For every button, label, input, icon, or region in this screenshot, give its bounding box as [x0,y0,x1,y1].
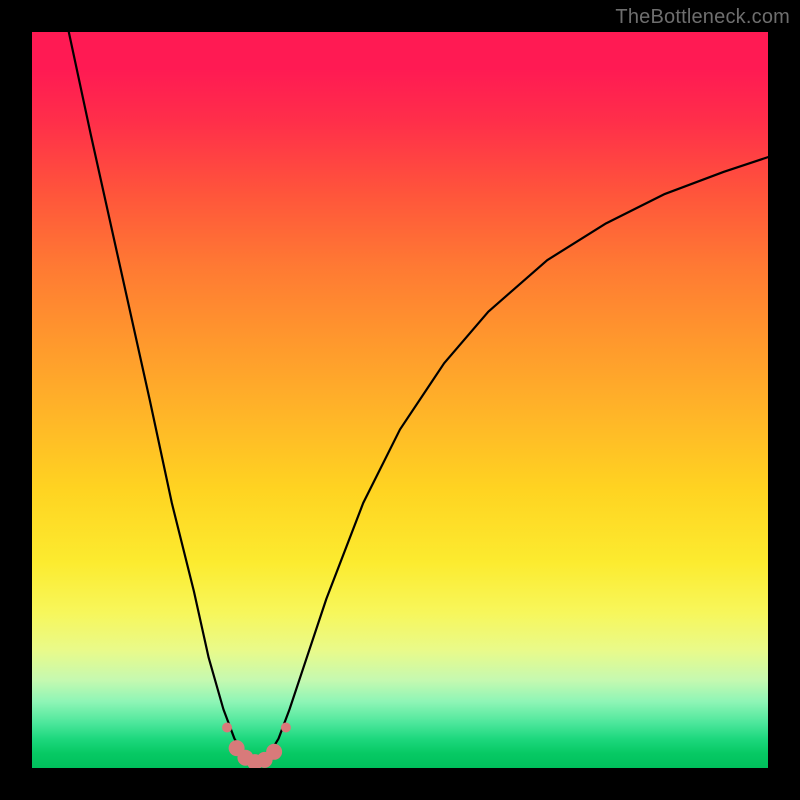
curve-layer [69,32,768,764]
watermark-text: TheBottleneck.com [615,6,790,29]
plot-area [32,32,768,768]
marker-dot [247,754,263,768]
marker-dot [266,744,282,760]
chart-frame: TheBottleneck.com [0,0,800,800]
marker-dot [237,750,253,766]
chart-svg [32,32,768,768]
marker-dot [229,740,245,756]
marker-layer [222,723,291,768]
marker-dot [257,752,273,768]
marker-dot [222,723,232,733]
marker-dot [281,723,291,733]
series-curve [69,32,768,764]
